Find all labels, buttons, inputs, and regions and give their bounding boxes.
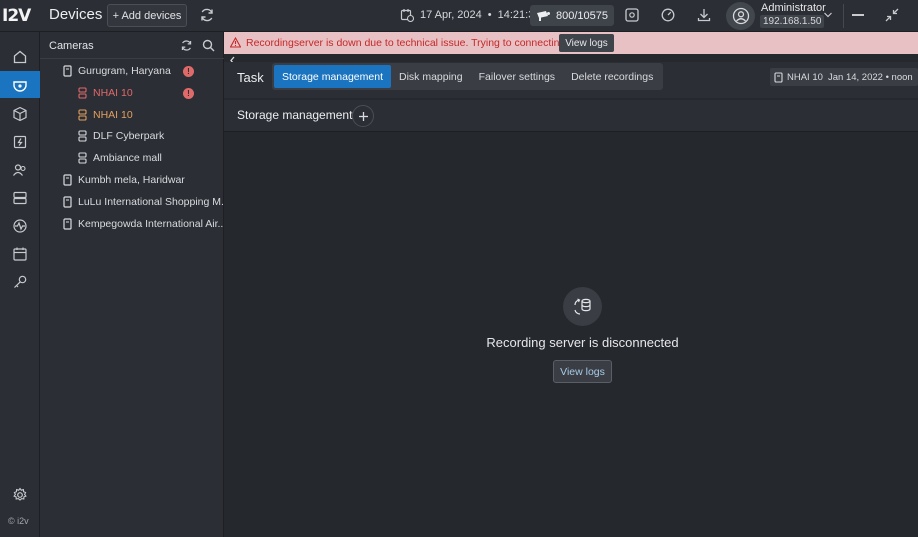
page-title: Devices (49, 6, 103, 23)
cube-icon (12, 106, 28, 122)
current-date: 17 Apr, 2024 (420, 9, 482, 21)
tree-item-label: NHAI 10 (93, 109, 133, 121)
home-icon (12, 49, 28, 65)
nav-devices[interactable] (0, 71, 40, 98)
user-avatar[interactable] (726, 2, 755, 30)
nav-settings[interactable] (0, 481, 40, 508)
tab-failover-settings[interactable]: Failover settings (471, 65, 563, 88)
nvr-icon (78, 87, 87, 99)
calendar-clock-icon (400, 8, 414, 22)
nvr-icon (78, 109, 87, 121)
nav-schedule[interactable] (0, 240, 40, 267)
nav-rail (0, 32, 40, 537)
tab-disk-mapping[interactable]: Disk mapping (391, 65, 471, 88)
key-icon (12, 274, 28, 290)
nav-health[interactable] (0, 212, 40, 239)
site-icon (63, 65, 72, 77)
search-icon[interactable] (202, 39, 215, 52)
server-icon (12, 190, 28, 206)
tree-item-label: LuLu International Shopping M... (78, 196, 230, 208)
cameras-title: Cameras (49, 40, 94, 52)
tree-item-nhai-10-error[interactable]: NHAI 10 (78, 85, 133, 101)
tree-item-label: NHAI 10 (93, 87, 133, 99)
nvr-icon (78, 152, 87, 164)
camera-count-badge[interactable]: 800/10575 (530, 5, 614, 26)
server-chip-label: NHAI 10 (787, 71, 823, 83)
section-title: Storage management (237, 108, 353, 122)
tree-item-lulu[interactable]: LuLu International Shopping M... (63, 194, 230, 210)
gear-icon (12, 487, 28, 503)
add-storage-button[interactable] (352, 105, 374, 127)
exit-fullscreen-icon[interactable] (885, 8, 899, 22)
camera-count: 800/10575 (556, 9, 608, 22)
date-chip[interactable]: Jan 14, 2022 • noon (823, 68, 918, 86)
event-icon (12, 134, 28, 150)
nav-users[interactable] (0, 156, 40, 183)
datetime-display: 17 Apr, 2024 • 14:21:32 (400, 8, 540, 22)
empty-state-icon-wrap (563, 287, 602, 326)
screenshot-icon[interactable] (624, 7, 640, 23)
tab-delete-recordings[interactable]: Delete recordings (563, 65, 661, 88)
tab-storage-management[interactable]: Storage management (274, 65, 391, 88)
gauge-icon[interactable] (660, 7, 676, 23)
refresh-cameras-icon[interactable] (180, 39, 193, 52)
chevron-down-icon[interactable] (823, 10, 833, 20)
cctv-camera-icon (536, 10, 551, 22)
view-logs-button[interactable]: View logs (553, 360, 612, 383)
date-separator: • (487, 9, 492, 21)
nav-events[interactable] (0, 128, 40, 155)
tree-item-label: Gurugram, Haryana (78, 65, 171, 77)
calendar-icon (12, 246, 28, 262)
server-chip[interactable]: NHAI 10 (770, 68, 827, 86)
tree-item-label: Kumbh mela, Haridwar (78, 174, 185, 186)
site-icon (63, 174, 72, 186)
banner-view-logs-button[interactable]: View logs (559, 34, 614, 52)
nav-home[interactable] (0, 43, 40, 70)
nvr-icon (774, 71, 783, 83)
tree-item-label: DLF Cyberpark (93, 130, 165, 142)
alert-badge: ! (183, 88, 194, 99)
refresh-icon[interactable] (199, 7, 215, 23)
tree-item-gurugram[interactable]: Gurugram, Haryana (63, 63, 171, 79)
tree-item-nhai-10-warning[interactable]: NHAI 10 (78, 107, 133, 123)
plus-icon (358, 111, 369, 122)
site-icon (63, 196, 72, 208)
users-icon (12, 162, 28, 178)
download-icon[interactable] (696, 7, 712, 23)
task-label: Task (237, 70, 264, 85)
task-tabs: Storage management Disk mapping Failover… (272, 63, 664, 90)
tree-item-kumbh-mela[interactable]: Kumbh mela, Haridwar (63, 172, 185, 188)
tree-item-label: Kempegowda International Air... (78, 218, 227, 230)
tree-item-kempegowda[interactable]: Kempegowda International Air... (63, 216, 226, 232)
tree-item-dlf-cyberpark[interactable]: DLF Cyberpark (78, 128, 164, 144)
empty-state-message: Recording server is disconnected (486, 335, 679, 350)
user-icon (732, 7, 750, 25)
nav-packages[interactable] (0, 100, 40, 127)
warning-icon (230, 37, 241, 48)
site-icon (63, 218, 72, 230)
user-name[interactable]: Administrator (761, 2, 826, 14)
nav-license[interactable] (0, 268, 40, 295)
tree-item-label: Ambiance mall (93, 152, 162, 164)
banner-message: Recordingserver is down due to technical… (246, 37, 575, 49)
alert-badge: ! (183, 66, 194, 77)
copyright-text: © i2v (8, 516, 29, 526)
user-ip: 192.168.1.50 (760, 15, 825, 28)
nav-servers[interactable] (0, 184, 40, 211)
tree-item-ambiance-mall[interactable]: Ambiance mall (78, 150, 162, 166)
camera-dome-icon (12, 77, 28, 93)
toolbar-divider (843, 4, 844, 28)
nvr-icon (78, 130, 87, 142)
app-logo: I2V (2, 6, 31, 26)
minimize-icon[interactable] (852, 14, 864, 16)
add-devices-button[interactable]: + Add devices (107, 4, 187, 27)
database-sync-icon (572, 296, 594, 318)
pulse-icon (12, 218, 28, 234)
